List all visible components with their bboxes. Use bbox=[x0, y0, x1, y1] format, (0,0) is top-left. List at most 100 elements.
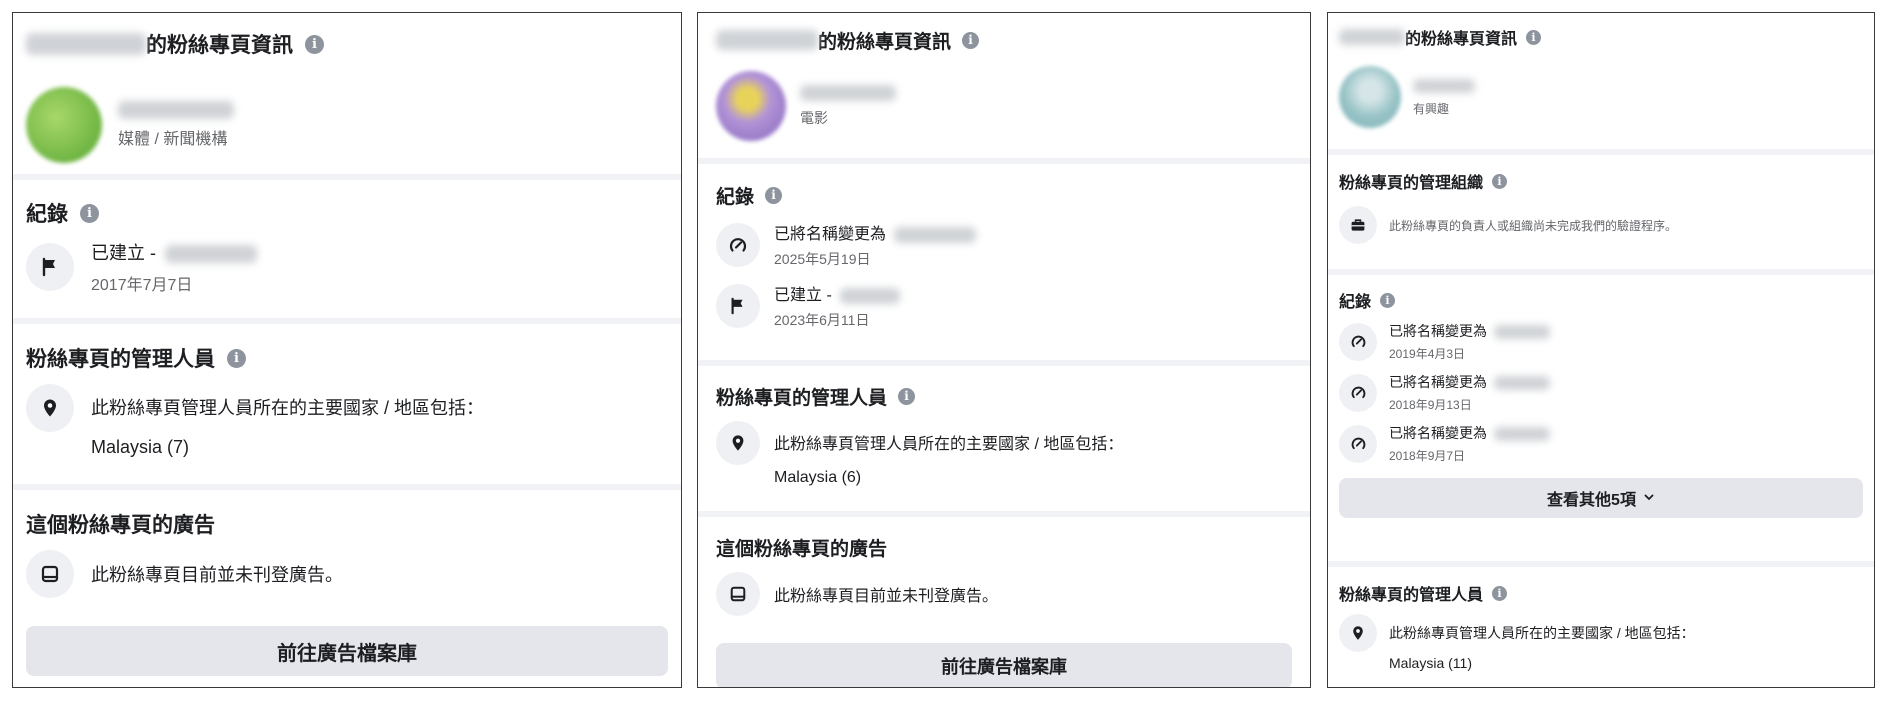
record-title-text: 紀錄 bbox=[26, 203, 68, 226]
record-date: 2018年9月7日 bbox=[1389, 449, 1466, 463]
ads-title: 這個粉絲專頁的廣告 bbox=[716, 534, 1292, 560]
record-title-text: 紀錄 bbox=[1339, 294, 1372, 311]
redacted-page-name bbox=[800, 85, 896, 102]
record-label: 已將名稱變更為 bbox=[1389, 425, 1487, 441]
record-label: 已將名稱變更為 bbox=[774, 226, 887, 243]
rename-icon bbox=[716, 222, 760, 267]
record-item-text: 已將名稱變更為 2019年4月3日 bbox=[1389, 321, 1550, 362]
admins-location: 此粉絲專頁管理人員所在的主要國家 / 地區包括： Malaysia (6) bbox=[716, 421, 1292, 487]
redacted-name bbox=[1493, 376, 1550, 391]
rename-icon bbox=[1339, 424, 1377, 463]
page-info-title-text: 的粉絲專頁資訊 bbox=[818, 31, 952, 53]
ads-title-text: 這個粉絲專頁的廣告 bbox=[716, 538, 888, 560]
admins-title-text: 粉絲專頁的管理人員 bbox=[26, 348, 215, 371]
redacted-page-name bbox=[1339, 29, 1405, 45]
page-info-title: 的粉絲專頁資訊 i bbox=[1339, 25, 1863, 49]
admins-title-text: 粉絲專頁的管理人員 bbox=[1339, 587, 1484, 604]
ads-icon bbox=[716, 572, 760, 616]
info-icon[interactable]: i bbox=[305, 34, 324, 54]
admins-country: Malaysia (11) bbox=[1389, 655, 1472, 671]
ads-section: 這個粉絲專頁的廣告 此粉絲專頁目前並未刊登廣告。 前往廣告檔案庫 bbox=[13, 490, 681, 687]
page-category: 電影 bbox=[800, 109, 828, 126]
location-pin-icon bbox=[1339, 614, 1377, 652]
page-category: 媒體 / 新聞機構 bbox=[118, 131, 228, 149]
info-icon[interactable]: i bbox=[227, 348, 246, 368]
managing-org-section: 粉絲專頁的管理組織 i 此粉絲專頁的負責人或組織尚未完成我們的驗證程序。 bbox=[1328, 155, 1874, 269]
managing-org-title-text: 粉絲專頁的管理組織 bbox=[1339, 175, 1484, 192]
page-info-title: 的粉絲專頁資訊 i bbox=[716, 26, 1292, 54]
avatar[interactable] bbox=[26, 87, 102, 163]
record-item-text: 已建立 - 2017年7月7日 bbox=[91, 239, 258, 295]
page-info-header: 的粉絲專頁資訊 i 電影 bbox=[698, 13, 1310, 158]
admins-section: 粉絲專頁的管理人員 i 此粉絲專頁管理人員所在的主要國家 / 地區包括： Mal… bbox=[698, 366, 1310, 511]
record-title-text: 紀錄 bbox=[716, 186, 755, 208]
admins-title: 粉絲專頁的管理人員 i bbox=[716, 383, 1292, 409]
page-info-panel-1: 的粉絲專頁資訊 i 媒體 / 新聞機構 紀錄 i 已建立 - 2017年7月7日 bbox=[12, 12, 682, 688]
record-item-text: 已將名稱變更為 2018年9月13日 bbox=[1389, 372, 1550, 413]
avatar[interactable] bbox=[716, 71, 786, 141]
record-label: 已建立 - bbox=[774, 287, 832, 304]
admins-title: 粉絲專頁的管理人員 i bbox=[26, 344, 668, 372]
rename-icon bbox=[1339, 373, 1377, 412]
record-item-text: 已建立 - 2023年6月11日 bbox=[774, 281, 901, 330]
redacted-page-name bbox=[118, 100, 234, 119]
admins-section: 粉絲專頁的管理人員 i 此粉絲專頁管理人員所在的主要國家 / 地區包括： Mal… bbox=[13, 324, 681, 484]
admins-country: Malaysia (7) bbox=[91, 437, 190, 457]
admins-location-text: 此粉絲專頁管理人員所在的主要國家 / 地區包括： Malaysia (6) bbox=[774, 421, 1123, 487]
page-identity: 電影 bbox=[716, 71, 1292, 141]
page-info-header: 的粉絲專頁資訊 i 有興趣 bbox=[1328, 13, 1874, 149]
admins-title: 粉絲專頁的管理人員 i bbox=[1339, 582, 1863, 604]
managing-org-status: 此粉絲專頁的負責人或組織尚未完成我們的驗證程序。 bbox=[1339, 206, 1863, 244]
admins-location-text: 此粉絲專頁管理人員所在的主要國家 / 地區包括： Malaysia (11) bbox=[1389, 614, 1695, 671]
info-icon[interactable]: i bbox=[765, 186, 783, 204]
info-icon[interactable]: i bbox=[1380, 292, 1396, 308]
page-identity: 媒體 / 新聞機構 bbox=[26, 87, 668, 163]
record-section: 紀錄 i 已建立 - 2017年7月7日 bbox=[13, 180, 681, 318]
ad-library-button[interactable]: 前往廣告檔案庫 bbox=[716, 643, 1292, 687]
info-icon[interactable]: i bbox=[1526, 29, 1542, 45]
record-item: 已建立 - 2023年6月11日 bbox=[716, 281, 1292, 330]
redacted-page-name bbox=[26, 33, 146, 55]
avatar[interactable] bbox=[1339, 66, 1401, 128]
info-icon[interactable]: i bbox=[1492, 585, 1508, 601]
record-title: 紀錄 i bbox=[26, 199, 668, 227]
record-item-text: 已將名稱變更為 2018年9月7日 bbox=[1389, 423, 1550, 464]
info-icon[interactable]: i bbox=[80, 203, 99, 223]
ads-status: 此粉絲專頁目前並未刊登廣告。 bbox=[716, 572, 1292, 616]
info-icon[interactable]: i bbox=[898, 387, 916, 405]
admins-location: 此粉絲專頁管理人員所在的主要國家 / 地區包括： Malaysia (11) bbox=[1339, 614, 1863, 671]
briefcase-icon bbox=[1339, 206, 1377, 244]
record-date: 2023年6月11日 bbox=[774, 312, 870, 328]
page-info-panel-3: 的粉絲專頁資訊 i 有興趣 粉絲專頁的管理組織 i 此粉絲專頁的負責人或組織尚未… bbox=[1327, 12, 1875, 688]
flag-icon bbox=[716, 283, 760, 328]
redacted-name bbox=[165, 245, 258, 264]
record-item: 已將名稱變更為 2025年5月19日 bbox=[716, 220, 1292, 269]
managing-org-text: 此粉絲專頁的負責人或組織尚未完成我們的驗證程序。 bbox=[1389, 218, 1678, 233]
ads-icon bbox=[26, 550, 74, 598]
page-meta: 有興趣 bbox=[1413, 77, 1475, 117]
record-section: 紀錄 i 已將名稱變更為 2025年5月19日 已建立 - 2023年6月11日 bbox=[698, 164, 1310, 360]
record-item: 已將名稱變更為 2019年4月3日 bbox=[1339, 321, 1863, 362]
page-identity: 有興趣 bbox=[1339, 66, 1863, 128]
ad-library-button[interactable]: 前往廣告檔案庫 bbox=[26, 626, 668, 676]
managing-org-title: 粉絲專頁的管理組織 i bbox=[1339, 170, 1863, 192]
page-info-title-text: 的粉絲專頁資訊 bbox=[1405, 31, 1518, 48]
ads-title-text: 這個粉絲專頁的廣告 bbox=[26, 514, 215, 537]
location-pin-icon bbox=[716, 421, 760, 465]
admins-country: Malaysia (6) bbox=[774, 469, 862, 486]
redacted-name bbox=[840, 287, 901, 304]
record-date: 2019年4月3日 bbox=[1389, 347, 1466, 361]
record-date: 2018年9月13日 bbox=[1389, 398, 1472, 412]
record-item: 已將名稱變更為 2018年9月7日 bbox=[1339, 423, 1863, 464]
admins-location-label: 此粉絲專頁管理人員所在的主要國家 / 地區包括： bbox=[91, 398, 485, 418]
info-icon[interactable]: i bbox=[962, 31, 980, 49]
record-item: 已建立 - 2017年7月7日 bbox=[26, 239, 668, 295]
see-more-label: 查看其他5項 bbox=[1547, 492, 1636, 509]
info-icon[interactable]: i bbox=[1492, 173, 1508, 189]
see-more-button[interactable]: 查看其他5項 bbox=[1339, 478, 1863, 518]
redacted-page-name bbox=[716, 30, 818, 50]
record-title: 紀錄 i bbox=[1339, 289, 1863, 311]
admins-location-text: 此粉絲專頁管理人員所在的主要國家 / 地區包括： Malaysia (7) bbox=[91, 384, 484, 458]
page-info-panel-2: 的粉絲專頁資訊 i 電影 紀錄 i 已將名稱變更為 2025年5月19日 已建立… bbox=[697, 12, 1311, 688]
record-section: 紀錄 i 已將名稱變更為 2019年4月3日 已將名稱變更為 2018年9月13… bbox=[1328, 275, 1874, 561]
